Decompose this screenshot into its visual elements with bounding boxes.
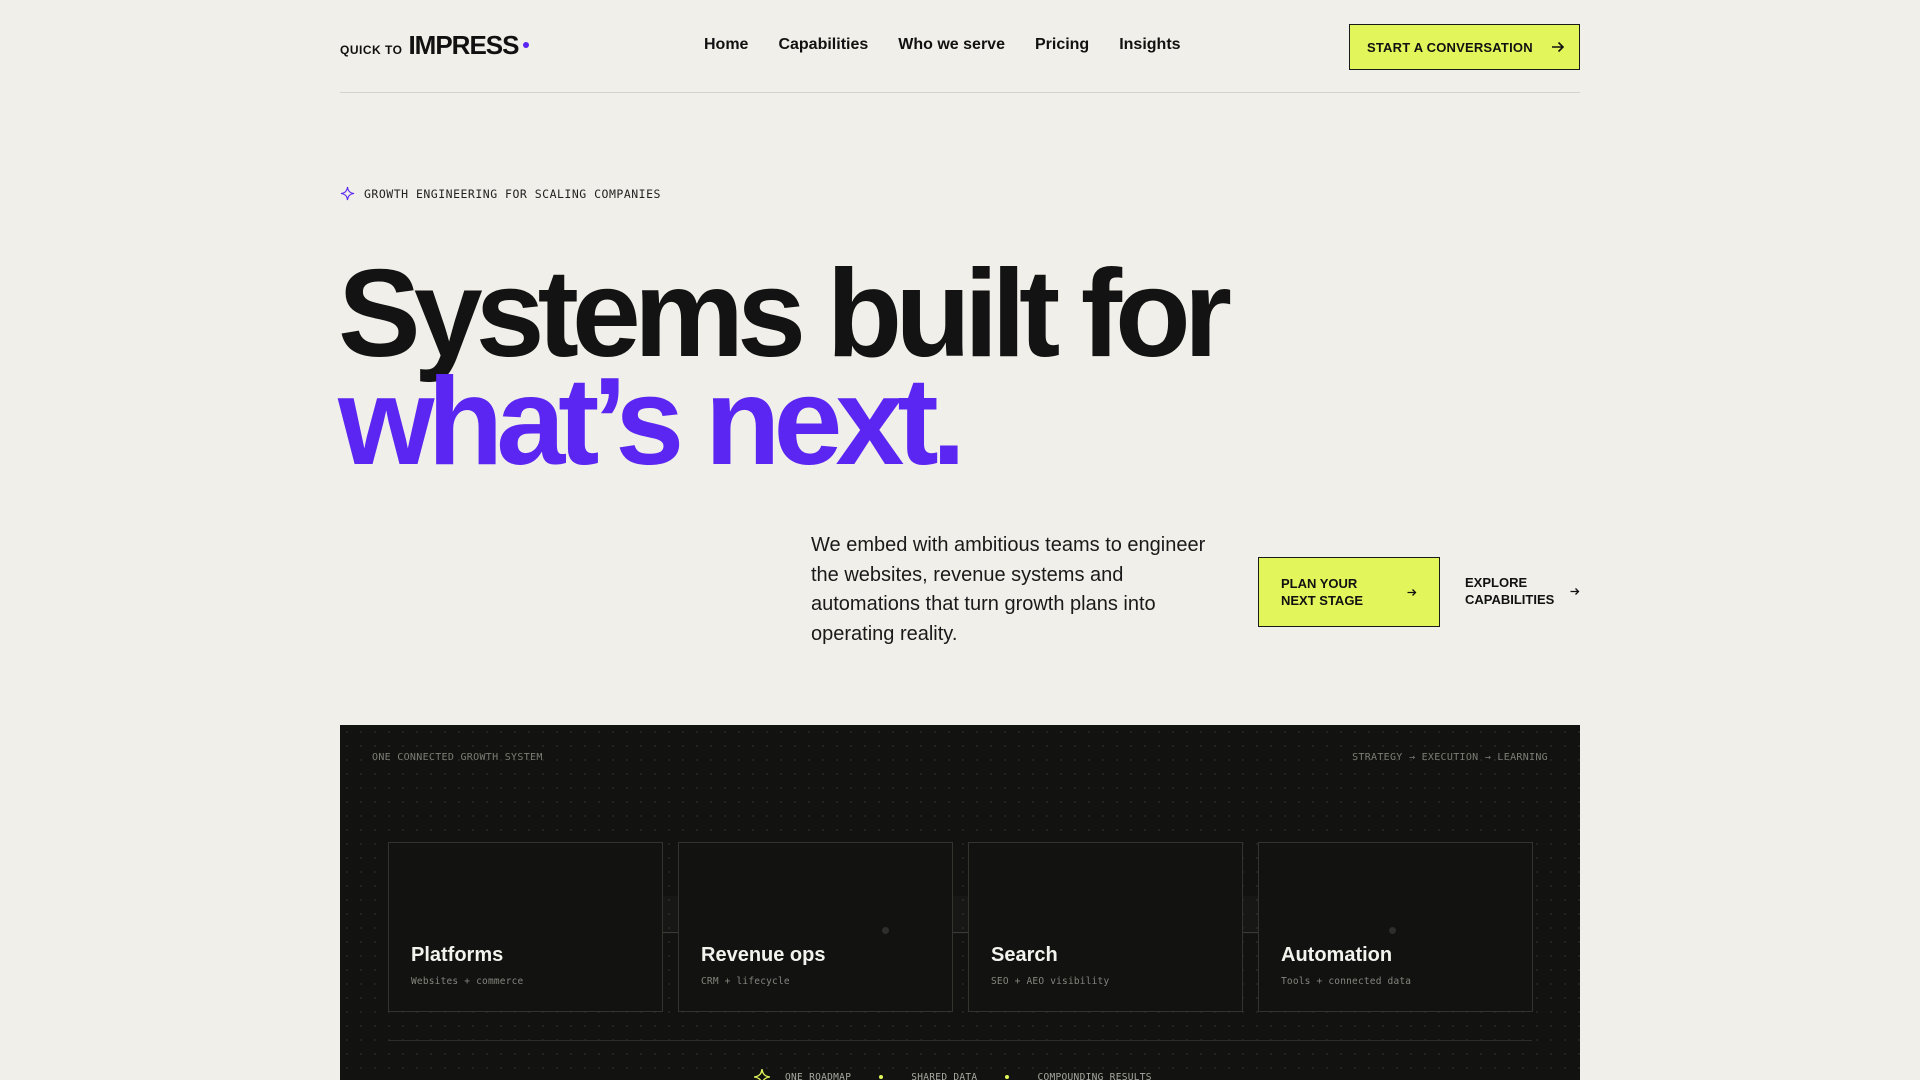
nav-pricing[interactable]: Pricing <box>1035 36 1089 54</box>
footer-item: COMPOUNDING RESULTS <box>1037 1071 1152 1080</box>
nav-capabilities[interactable]: Capabilities <box>778 36 868 54</box>
plan-next-stage-button[interactable]: PLAN YOUR NEXT STAGE <box>1258 557 1440 627</box>
logo-big-text: IMPRESS <box>408 30 519 60</box>
card-title: Revenue ops <box>701 944 826 966</box>
card-search[interactable]: Search SEO + AEO visibility <box>968 842 1243 1012</box>
panel-footer: ONE ROADMAP SHARED DATA COMPOUNDING RESU… <box>753 1068 1152 1080</box>
plan-label-line1: PLAN YOUR <box>1281 576 1358 591</box>
footer-item: SHARED DATA <box>911 1071 978 1080</box>
card-connector <box>1243 932 1258 933</box>
card-title: Search <box>991 944 1058 966</box>
card-automation[interactable]: Automation Tools + connected data <box>1258 842 1533 1012</box>
flow-node <box>882 927 889 934</box>
sparkle-icon <box>340 186 355 201</box>
logo[interactable]: QUICK TO IMPRESS <box>340 30 530 61</box>
card-subtitle: Tools + connected data <box>1281 976 1412 987</box>
nav-home[interactable]: Home <box>704 36 748 54</box>
nav-insights[interactable]: Insights <box>1119 36 1180 54</box>
card-platforms[interactable]: Platforms Websites + commerce <box>388 842 663 1012</box>
eyebrow-text: GROWTH ENGINEERING FOR SCALING COMPANIES <box>364 186 661 201</box>
panel-divider <box>388 1040 1532 1041</box>
sparkle-icon <box>754 1069 770 1080</box>
card-title: Automation <box>1281 944 1393 966</box>
explore-capabilities-link[interactable]: EXPLORE CAPABILITIES <box>1465 574 1580 608</box>
hero-eyebrow: GROWTH ENGINEERING FOR SCALING COMPANIES <box>340 186 661 201</box>
main-nav: Home Capabilities Who we serve Pricing I… <box>704 36 1181 54</box>
footer-dot <box>879 1075 884 1079</box>
card-subtitle: Websites + commerce <box>411 976 524 987</box>
logo-small-text: QUICK TO <box>340 43 403 57</box>
plan-next-stage-label: PLAN YOUR NEXT STAGE <box>1281 575 1363 609</box>
arrow-right-icon <box>1570 587 1580 595</box>
card-title: Platforms <box>411 944 504 966</box>
card-revenue-ops[interactable]: Revenue ops CRM + lifecycle <box>678 842 953 1012</box>
footer-dot <box>1005 1075 1010 1079</box>
arrow-right-icon <box>1552 41 1565 53</box>
site-header: QUICK TO IMPRESS Home Capabilities Who w… <box>340 0 1580 93</box>
capability-cards: Platforms Websites + commerce Revenue op… <box>388 842 1533 1012</box>
explore-label-line1: EXPLORE <box>1465 575 1528 590</box>
card-subtitle: CRM + lifecycle <box>701 976 790 987</box>
hero-headline-line2: what’s next. <box>338 353 966 491</box>
start-conversation-button[interactable]: START A CONVERSATION <box>1349 24 1580 70</box>
growth-system-panel: ONE CONNECTED GROWTH SYSTEM STRATEGY → E… <box>340 725 1580 1080</box>
card-connector <box>663 932 678 933</box>
card-subtitle: SEO + AEO visibility <box>991 976 1110 987</box>
logo-dot <box>523 42 530 48</box>
flow-node <box>1389 927 1396 934</box>
panel-label-right: STRATEGY → EXECUTION → LEARNING <box>1352 752 1548 763</box>
explore-label-line2: CAPABILITIES <box>1465 592 1555 607</box>
explore-capabilities-label: EXPLORE CAPABILITIES <box>1465 574 1554 608</box>
card-connector <box>953 932 968 933</box>
arrow-right-icon <box>1407 588 1417 596</box>
start-conversation-label: START A CONVERSATION <box>1367 39 1533 55</box>
plan-label-line2: NEXT STAGE <box>1281 593 1364 608</box>
footer-item: ONE ROADMAP <box>785 1071 852 1080</box>
nav-who-we-serve[interactable]: Who we serve <box>898 36 1005 54</box>
hero-description: We embed with ambitious teams to enginee… <box>811 534 1206 645</box>
panel-label-left: ONE CONNECTED GROWTH SYSTEM <box>372 752 543 763</box>
